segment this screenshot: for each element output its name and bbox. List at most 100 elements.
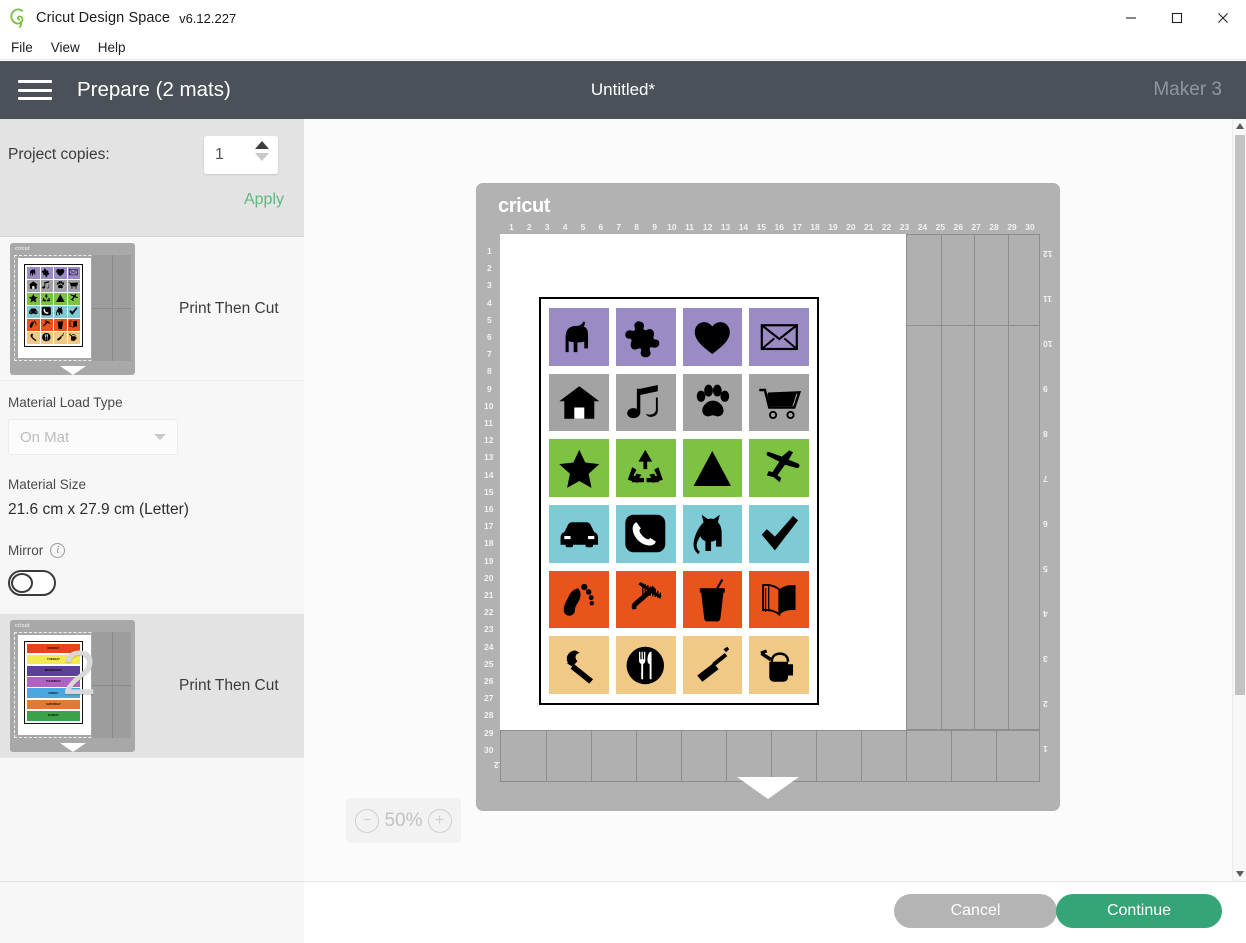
ruler-right-tick-8: 8 bbox=[1043, 429, 1048, 439]
ruler-left-tick-6: 6 bbox=[487, 332, 492, 342]
artboard-cell-1-2[interactable] bbox=[615, 308, 676, 366]
menu-help[interactable]: Help bbox=[89, 38, 135, 57]
thumb1-cell-2-2 bbox=[40, 279, 53, 292]
artboard-cell-1-1[interactable] bbox=[549, 308, 609, 366]
artboard-cell-6-1[interactable] bbox=[549, 636, 609, 694]
thumb1-cell-5-1 bbox=[27, 318, 40, 331]
thumb1-cell-2-1 bbox=[27, 279, 40, 292]
info-icon[interactable]: i bbox=[50, 543, 66, 558]
ruler-left-tick-14: 14 bbox=[484, 469, 494, 480]
material-settings: Material Load Type On Mat Material Size … bbox=[0, 381, 304, 596]
mat-card-2[interactable]: cricut MONDAY TUESDAY WEDNESDAY THURSDAY FRI… bbox=[0, 614, 304, 758]
artboard-cell-6-2[interactable] bbox=[615, 636, 676, 694]
ruler-left-tick-21: 21 bbox=[484, 590, 494, 600]
mat-thumbnail-2: cricut MONDAY TUESDAY WEDNESDAY THURSDAY FRI… bbox=[10, 619, 135, 752]
ruler-left-tick-7: 7 bbox=[487, 349, 492, 360]
artboard-cell-2-4[interactable] bbox=[749, 373, 809, 432]
vertical-scrollbar[interactable] bbox=[1232, 119, 1246, 881]
ruler-top-tick-12: 12 bbox=[702, 222, 713, 232]
artboard-cell-4-2[interactable] bbox=[615, 505, 676, 563]
menu-view[interactable]: View bbox=[42, 38, 89, 57]
artboard-cell-2-3[interactable] bbox=[682, 373, 743, 432]
menu-file[interactable]: File bbox=[2, 38, 42, 57]
ruler-top-tick-15: 15 bbox=[756, 222, 767, 232]
cricut-logo-icon bbox=[10, 8, 24, 28]
artboard-cell-2-1[interactable] bbox=[549, 373, 609, 432]
ruler-left-tick-29: 29 bbox=[484, 727, 494, 738]
ruler-top-tick-3: 3 bbox=[544, 222, 550, 232]
ruler-top-tick-21: 21 bbox=[864, 222, 874, 232]
footer-bar: Cancel Continue bbox=[0, 881, 1246, 943]
thumb-artwork-2: MONDAY TUESDAY WEDNESDAY THURSDAY FRIDAY SATU… bbox=[24, 640, 83, 724]
close-button[interactable] bbox=[1200, 0, 1246, 36]
comb-icon bbox=[632, 581, 662, 610]
project-copies-value: 1 bbox=[215, 146, 224, 163]
ruler-right-tick-6: 6 bbox=[1043, 519, 1048, 529]
zoom-in-icon[interactable]: + bbox=[427, 808, 452, 833]
hamburger-menu-icon[interactable] bbox=[18, 77, 52, 103]
thumb2-day-label-1: MONDAY bbox=[47, 646, 60, 650]
maximize-button[interactable] bbox=[1154, 0, 1200, 36]
mat-bottom-gridline-9 bbox=[906, 731, 907, 781]
artboard[interactable] bbox=[539, 297, 819, 705]
triangle-icon bbox=[56, 294, 65, 303]
ruler-left-tick-11: 11 bbox=[484, 418, 493, 428]
ruler-top-tick-8: 8 bbox=[634, 222, 640, 232]
mat-card-1[interactable]: cricut Print Then Cut bbox=[0, 237, 304, 381]
artboard-cell-4-3[interactable] bbox=[682, 505, 743, 563]
cat-icon bbox=[56, 307, 63, 317]
stepper-decrement-icon[interactable] bbox=[255, 153, 269, 161]
artboard-cell-5-4[interactable] bbox=[749, 570, 809, 629]
thumb1-cell-5-3 bbox=[54, 318, 67, 331]
artboard-cell-4-1[interactable] bbox=[549, 505, 609, 563]
artboard-cell-3-2[interactable] bbox=[615, 439, 676, 497]
thumb1-cell-6-3 bbox=[54, 331, 67, 344]
artboard-cell-5-3[interactable] bbox=[682, 570, 743, 629]
zoom-out-icon[interactable]: − bbox=[355, 808, 380, 833]
artboard-cell-5-1[interactable] bbox=[549, 570, 609, 629]
ruler-top-tick-2: 2 bbox=[526, 222, 532, 232]
thumb1-cell-3-2 bbox=[40, 292, 53, 305]
mat-bottom-gridline-1 bbox=[546, 731, 547, 781]
material-size-value: 21.6 cm x 27.9 cm (Letter) bbox=[8, 501, 189, 518]
mat-surface bbox=[500, 234, 1040, 782]
cutting-mat[interactable]: cricut 1 2 3 4 5 6 7 8 9 10 11 12 13 14 15 16 17 18 19 20 21… bbox=[476, 183, 1060, 811]
apply-button[interactable]: Apply bbox=[244, 191, 284, 209]
thumb-feed-arrow-icon-2 bbox=[59, 742, 86, 752]
thumb1-cell-1-2 bbox=[40, 266, 53, 279]
artboard-cell-3-4[interactable] bbox=[749, 439, 809, 497]
mirror-toggle[interactable] bbox=[8, 570, 56, 596]
continue-button[interactable]: Continue bbox=[1056, 894, 1222, 928]
footer-left-pad bbox=[0, 882, 304, 943]
scroll-down-button[interactable] bbox=[1233, 867, 1246, 881]
ruler-top-tick-29: 29 bbox=[1007, 222, 1017, 232]
artboard-cell-6-4[interactable] bbox=[749, 636, 809, 694]
artboard-cell-5-2[interactable] bbox=[615, 570, 676, 629]
ruler-left-tick-15: 15 bbox=[484, 486, 494, 497]
scroll-down-icon bbox=[1236, 871, 1244, 877]
ruler-top-tick-4: 4 bbox=[562, 222, 568, 232]
thumb2-day-label-6: SATURDAY bbox=[46, 702, 61, 706]
minimize-icon bbox=[1126, 17, 1136, 19]
scroll-thumb[interactable] bbox=[1235, 135, 1245, 695]
project-copies-stepper[interactable]: 1 bbox=[204, 136, 278, 174]
car-icon bbox=[560, 522, 598, 548]
stepper-increment-icon[interactable] bbox=[255, 141, 269, 149]
artboard-cell-6-3[interactable] bbox=[682, 636, 743, 694]
canvas-area[interactable]: cricut 1 2 3 4 5 6 7 8 9 10 11 12 13 14 15 16 17 18 19 20 21… bbox=[304, 119, 1232, 881]
artboard-cell-3-3[interactable] bbox=[682, 439, 743, 497]
artboard-cell-3-1[interactable] bbox=[549, 439, 609, 497]
artboard-cell-1-3[interactable] bbox=[682, 308, 743, 366]
thumb2-day-label-5: FRIDAY bbox=[48, 691, 59, 695]
puzzle-piece-icon bbox=[625, 321, 660, 358]
ruler-left-tick-4: 4 bbox=[487, 297, 492, 308]
cancel-button[interactable]: Cancel bbox=[894, 894, 1057, 928]
artboard-cell-1-4[interactable] bbox=[749, 308, 809, 366]
ruler-left-tick-25: 25 bbox=[484, 658, 494, 669]
minimize-button[interactable] bbox=[1108, 0, 1154, 36]
material-load-type-select[interactable]: On Mat bbox=[8, 419, 178, 455]
thumb2-day-label-4: THURSDAY bbox=[46, 680, 61, 684]
scroll-up-button[interactable] bbox=[1233, 119, 1246, 133]
artboard-cell-2-2[interactable] bbox=[615, 373, 676, 432]
artboard-cell-4-4[interactable] bbox=[749, 505, 809, 563]
